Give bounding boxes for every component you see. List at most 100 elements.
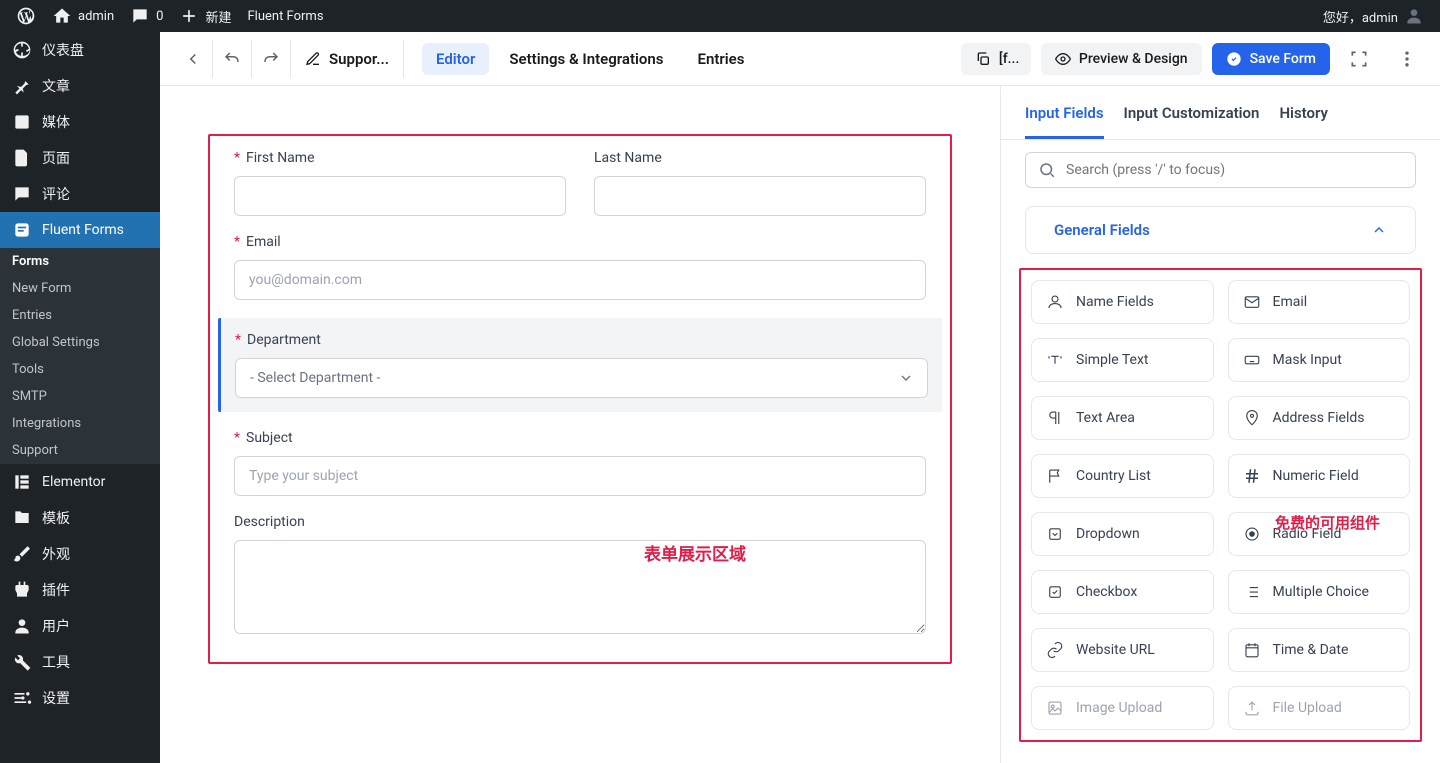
canvas-annotation: 表单展示区域 (644, 540, 746, 565)
firstname-label: First Name (246, 150, 314, 166)
link-icon (1046, 641, 1064, 659)
dropdown-icon (1046, 525, 1064, 543)
adminbar-breadcrumb[interactable]: Fluent Forms (239, 0, 331, 32)
tab-editor[interactable]: Editor (422, 43, 489, 75)
email-input[interactable] (234, 260, 926, 300)
adminbar-account[interactable]: 您好，admin (1315, 0, 1432, 32)
new-label: 新建 (205, 7, 231, 26)
menu-plugins[interactable]: 插件 (0, 572, 160, 608)
menu-posts[interactable]: 文章 (0, 68, 160, 104)
field-email[interactable]: Email (1228, 280, 1411, 324)
field-textarea[interactable]: Text Area (1031, 396, 1214, 440)
menu-appearance[interactable]: 外观 (0, 536, 160, 572)
chevron-left-icon (184, 50, 202, 68)
department-select[interactable]: - Select Department - (235, 358, 928, 398)
section-general-fields[interactable]: General Fields (1025, 206, 1416, 254)
fullscreen-button[interactable] (1340, 40, 1378, 78)
comment-count: 0 (156, 9, 163, 24)
lastname-input[interactable] (594, 176, 926, 216)
panel-tab-history[interactable]: History (1279, 104, 1328, 139)
subject-label: Subject (246, 430, 293, 446)
field-address[interactable]: Address Fields (1228, 396, 1411, 440)
sliders-icon (12, 688, 32, 708)
wp-logo[interactable] (8, 0, 44, 32)
required-indicator: * (234, 150, 240, 166)
site-home[interactable]: admin (44, 0, 122, 32)
field-simpletext[interactable]: Simple Text (1031, 338, 1214, 382)
firstname-input[interactable] (234, 176, 566, 216)
submenu-globalsettings[interactable]: Global Settings (0, 329, 160, 356)
undo-icon (223, 50, 241, 68)
field-image-upload[interactable]: Image Upload (1031, 686, 1214, 730)
form-canvas[interactable]: *First Name Last Name *Email *Depart (160, 86, 1000, 763)
field-name[interactable]: Name Fields (1031, 280, 1214, 324)
field-url[interactable]: Website URL (1031, 628, 1214, 672)
preview-button[interactable]: Preview & Design (1041, 43, 1202, 75)
subject-input[interactable] (234, 456, 926, 496)
field-country[interactable]: Country List (1031, 454, 1214, 498)
pencil-icon (305, 51, 321, 67)
menu-elementor[interactable]: Elementor (0, 464, 160, 500)
comment-icon (130, 6, 150, 26)
section-title: General Fields (1054, 221, 1150, 239)
menu-pages[interactable]: 页面 (0, 140, 160, 176)
tab-settings[interactable]: Settings & Integrations (495, 43, 677, 75)
adminbar-new[interactable]: 新建 (171, 0, 239, 32)
submenu-entries[interactable]: Entries (0, 302, 160, 329)
menu-users[interactable]: 用户 (0, 608, 160, 644)
wp-adminbar: admin 0 新建 Fluent Forms 您好，admin (0, 0, 1440, 32)
redo-button[interactable] (252, 40, 291, 78)
required-indicator: * (235, 332, 241, 348)
menu-media[interactable]: 媒体 (0, 104, 160, 140)
field-datetime[interactable]: Time & Date (1228, 628, 1411, 672)
menu-fluent-forms[interactable]: Fluent Forms (0, 212, 160, 248)
tab-entries[interactable]: Entries (683, 43, 758, 75)
upload-icon (1243, 699, 1261, 717)
text-icon (1046, 351, 1064, 369)
search-input[interactable] (1066, 162, 1403, 178)
submenu-forms[interactable]: Forms (0, 248, 160, 275)
keyboard-icon (1243, 351, 1261, 369)
submenu-tools[interactable]: Tools (0, 356, 160, 383)
wrench-icon (12, 652, 32, 672)
department-label: Department (247, 332, 321, 348)
form-title[interactable]: Suppor... (291, 40, 404, 78)
required-indicator: * (234, 234, 240, 250)
home-icon (52, 6, 72, 26)
panel-tab-customization[interactable]: Input Customization (1124, 104, 1260, 139)
plugin-icon (12, 580, 32, 600)
save-button[interactable]: Save Form (1212, 43, 1330, 75)
pin-icon (12, 76, 32, 96)
adminbar-comments[interactable]: 0 (122, 0, 171, 32)
field-numeric[interactable]: Numeric Field (1228, 454, 1411, 498)
submenu-support[interactable]: Support (0, 437, 160, 464)
undo-button[interactable] (213, 40, 252, 78)
field-multiple[interactable]: Multiple Choice (1228, 570, 1411, 614)
back-button[interactable] (174, 40, 213, 78)
site-name: admin (78, 9, 114, 24)
menu-settings[interactable]: 设置 (0, 680, 160, 716)
field-file-upload[interactable]: File Upload (1228, 686, 1411, 730)
field-dropdown[interactable]: Dropdown (1031, 512, 1214, 556)
shortcode-button[interactable]: [f... (961, 43, 1031, 75)
search-icon (1038, 161, 1056, 179)
selected-field[interactable]: * Department - Select Department - (218, 318, 942, 412)
menu-templates[interactable]: 模板 (0, 500, 160, 536)
field-checkbox[interactable]: Checkbox (1031, 570, 1214, 614)
search-box[interactable] (1025, 152, 1416, 188)
menu-tools[interactable]: 工具 (0, 644, 160, 680)
user-icon (1046, 293, 1064, 311)
menu-comments[interactable]: 评论 (0, 176, 160, 212)
submenu-smtp[interactable]: SMTP (0, 383, 160, 410)
menu-dashboard[interactable]: 仪表盘 (0, 32, 160, 68)
plus-icon (179, 6, 199, 26)
submenu-newform[interactable]: New Form (0, 275, 160, 302)
mail-icon (1243, 293, 1261, 311)
flag-icon (1046, 467, 1064, 485)
submenu-integrations[interactable]: Integrations (0, 410, 160, 437)
panel-tab-input-fields[interactable]: Input Fields (1025, 104, 1104, 139)
more-button[interactable] (1388, 40, 1426, 78)
list-icon (1243, 583, 1261, 601)
description-textarea[interactable] (234, 540, 926, 634)
field-mask[interactable]: Mask Input (1228, 338, 1411, 382)
